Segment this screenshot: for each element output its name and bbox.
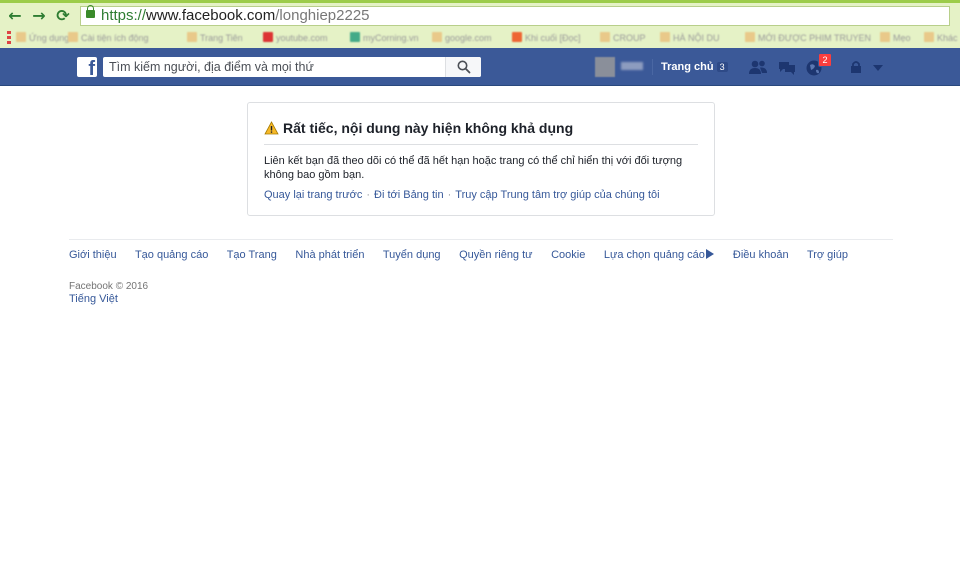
link-separator: · xyxy=(447,189,452,201)
footer-link-developers[interactable]: Nhà phát triển xyxy=(295,249,364,261)
footer-link-careers[interactable]: Tuyển dụng xyxy=(383,249,441,261)
search-input[interactable] xyxy=(103,57,439,77)
profile-link[interactable] xyxy=(591,54,651,80)
avatar xyxy=(595,57,615,77)
header-divider xyxy=(652,59,653,75)
browser-toolbar: ← → ⟳ https://www.facebook.com/longhiep2… xyxy=(0,0,960,48)
chevron-down-icon[interactable] xyxy=(872,59,884,77)
bookmark-item[interactable]: Ứng dụng xyxy=(16,32,69,44)
content-unavailable-box: Rất tiếc, nội dung này hiện không khả dụ… xyxy=(247,102,715,216)
bookmark-item[interactable]: myCorning.vn xyxy=(350,32,419,44)
footer-link-create-ad[interactable]: Tạo quảng cáo xyxy=(135,249,208,261)
footer-divider xyxy=(69,239,893,240)
bookmark-item[interactable]: CROUP xyxy=(600,32,646,44)
url-path: /longhiep2225 xyxy=(275,7,370,24)
footer-link-about[interactable]: Giới thiệu xyxy=(69,249,117,261)
box-divider xyxy=(264,144,698,145)
link-separator: · xyxy=(366,189,371,201)
bookmark-item[interactable]: MỚI ĐƯỢC PHIM TRUYEN xyxy=(745,32,871,44)
box-links: Quay lại trang trước · Đi tới Bảng tin · Tru… xyxy=(264,189,660,201)
box-title: Rất tiếc, nội dung này hiện không khả dụ… xyxy=(264,120,573,136)
bookmark-item[interactable]: Khi cuối [Đọc] xyxy=(512,32,581,44)
home-count-badge: 3 xyxy=(716,62,728,72)
privacy-lock-icon[interactable] xyxy=(849,59,865,77)
bookmark-item[interactable]: Khác xyxy=(924,32,958,44)
help-center-link[interactable]: Truy cập Trung tâm trợ giúp của chúng tô… xyxy=(455,189,659,201)
box-title-text: Rất tiếc, nội dung này hiện không khả dụ… xyxy=(283,120,574,136)
footer-link-help[interactable]: Trợ giúp xyxy=(807,249,848,261)
home-link[interactable]: Trang chủ 3 xyxy=(661,61,728,73)
ad-choices-icon[interactable] xyxy=(705,249,714,259)
bookmark-item[interactable]: youtube.com xyxy=(263,32,328,44)
reload-icon[interactable]: ⟳ xyxy=(54,7,72,25)
bookmark-item[interactable]: Cài tiện ích động xyxy=(68,32,149,44)
home-label: Trang chủ xyxy=(661,61,714,73)
notification-count-badge: 2 xyxy=(818,53,832,67)
news-feed-link[interactable]: Đi tới Bảng tin xyxy=(374,189,444,201)
footer-link-terms[interactable]: Điều khoản xyxy=(733,249,789,261)
search-box xyxy=(103,57,481,77)
footer-link-create-page[interactable]: Tạo Trang xyxy=(227,249,277,261)
bookmark-item[interactable]: Trang Tiên xyxy=(187,32,243,44)
footer-link-ad-choices[interactable]: Lựa chọn quảng cáo xyxy=(604,249,705,261)
messages-icon[interactable] xyxy=(777,59,797,77)
url-host: www.facebook.com xyxy=(146,7,276,24)
bookmark-item[interactable]: Mẹo xyxy=(880,32,911,44)
friend-requests-icon[interactable] xyxy=(748,59,768,77)
search-icon xyxy=(457,60,471,74)
footer-link-cookies[interactable]: Cookie xyxy=(551,249,585,261)
facebook-header: f Trang chủ3 2 xyxy=(0,48,960,86)
warning-icon xyxy=(264,121,279,135)
url-scheme: https:// xyxy=(101,7,147,24)
copyright-text: Facebook © 2016 xyxy=(69,281,149,292)
back-arrow-icon[interactable]: ← xyxy=(6,7,24,25)
footer-links: Giới thiệu Tạo quảng cáo Tạo Trang Nhà p… xyxy=(69,249,863,261)
forward-arrow-icon[interactable]: → xyxy=(30,7,48,25)
box-message: Liên kết bạn đã theo dõi có thể đã hết h… xyxy=(264,155,683,181)
apps-icon[interactable] xyxy=(7,31,11,44)
bookmarks-bar: Ứng dụng Cài tiện ích động Trang Tiên yo… xyxy=(0,28,960,48)
bookmark-item[interactable]: google.com xyxy=(432,32,492,44)
footer-link-privacy[interactable]: Quyền riêng tư xyxy=(459,249,532,261)
lock-icon xyxy=(86,5,95,18)
address-bar[interactable]: https://www.facebook.com/longhiep2225 xyxy=(80,5,950,26)
search-button[interactable] xyxy=(445,57,481,77)
profile-name-blurred xyxy=(621,62,643,70)
facebook-logo-icon[interactable]: f xyxy=(77,57,97,77)
go-back-link[interactable]: Quay lại trang trước xyxy=(264,189,362,201)
language-link[interactable]: Tiếng Việt xyxy=(69,293,118,305)
bookmark-item[interactable]: HÀ NỘI DU xyxy=(660,32,720,44)
